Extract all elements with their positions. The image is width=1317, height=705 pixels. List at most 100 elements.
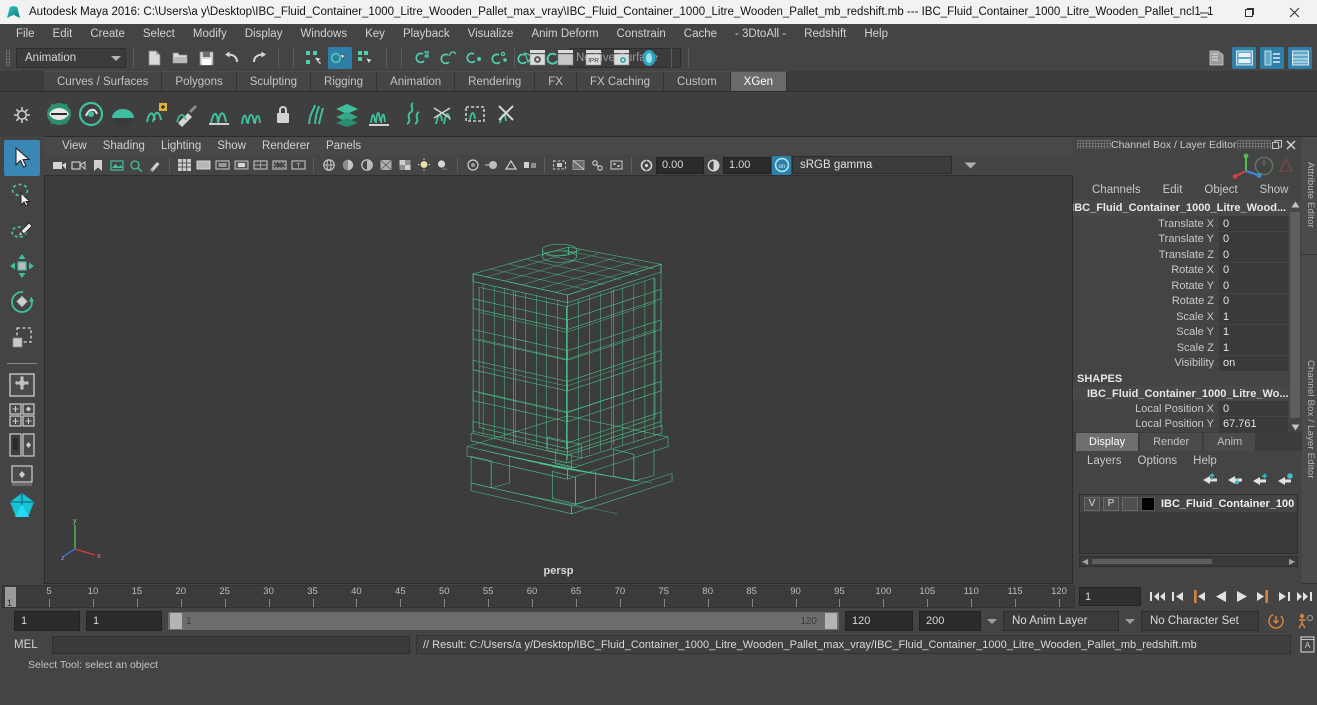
scale-tool[interactable]: [4, 320, 40, 356]
xgen-create-description-icon[interactable]: [44, 98, 74, 130]
menu-display[interactable]: Display: [236, 24, 292, 45]
wireframe-shading-icon[interactable]: [320, 157, 337, 174]
menu-3dtoall[interactable]: - 3DtoAll -: [726, 24, 795, 45]
attr-value[interactable]: 0: [1219, 247, 1289, 263]
bookmark-icon[interactable]: [89, 157, 106, 174]
xgen-lock-icon[interactable]: [268, 98, 298, 130]
viewport-menu-view[interactable]: View: [54, 140, 95, 152]
tab-display-layers[interactable]: Display: [1076, 433, 1139, 451]
single-perspective-layout[interactable]: [5, 370, 39, 400]
show-hide-sidebar-icon[interactable]: [1204, 47, 1228, 69]
move-layer-down-icon[interactable]: [1227, 472, 1244, 490]
select-by-object-icon[interactable]: [328, 47, 352, 69]
xgen-sphere-icon[interactable]: [108, 98, 138, 130]
character-set-selector[interactable]: No Character Set: [1141, 611, 1259, 631]
attr-row-scale-y[interactable]: Scale Y 1: [1073, 324, 1302, 341]
shelf-tab-xgen[interactable]: XGen: [730, 71, 788, 91]
layer-menu-options[interactable]: Options: [1130, 455, 1186, 467]
depth-of-field-icon[interactable]: [521, 157, 538, 174]
viewport-menu-renderer[interactable]: Renderer: [254, 140, 318, 152]
hypershade-persp-layout[interactable]: [5, 490, 39, 520]
select-by-component-icon[interactable]: [354, 47, 378, 69]
save-scene-icon[interactable]: [194, 47, 218, 69]
viewport-menu-lighting[interactable]: Lighting: [153, 140, 209, 152]
menu-edit[interactable]: Edit: [44, 24, 82, 45]
new-layer-from-selected-icon[interactable]: [1277, 472, 1294, 490]
viewport-menu-show[interactable]: Show: [209, 140, 254, 152]
attr-value[interactable]: 0: [1219, 262, 1289, 278]
current-time-indicator[interactable]: 1: [5, 587, 16, 607]
menu-key[interactable]: Key: [356, 24, 394, 45]
attr-row-scale-z[interactable]: Scale Z 1: [1073, 340, 1302, 356]
close-button[interactable]: [1272, 0, 1317, 24]
display-layer-list[interactable]: V P IBC_Fluid_Container_100: [1079, 494, 1299, 554]
xgen-brush-icon[interactable]: [172, 98, 202, 130]
gate-mask-icon[interactable]: [233, 157, 250, 174]
render-sequence-icon[interactable]: [553, 47, 577, 69]
animation-end-time-field[interactable]: 200: [919, 611, 981, 631]
ipr-render-icon[interactable]: IPR: [581, 47, 605, 69]
shelf-tab-fx[interactable]: FX: [535, 71, 577, 91]
xgen-coil-icon[interactable]: [396, 98, 426, 130]
menu-visualize[interactable]: Visualize: [459, 24, 523, 45]
shelf-tab-animation[interactable]: Animation: [377, 71, 456, 91]
attr-value[interactable]: 0: [1219, 278, 1289, 294]
two-d-pan-zoom-icon[interactable]: [127, 157, 144, 174]
step-back-keyframe-icon[interactable]: [1168, 586, 1189, 607]
attr-row-translate-y[interactable]: Translate Y 0: [1073, 231, 1302, 248]
tab-channel-box-layer-editor[interactable]: Channel Box / Layer Editor: [1302, 255, 1317, 584]
grease-pencil-icon[interactable]: [146, 157, 163, 174]
attr-value[interactable]: 1: [1219, 309, 1289, 325]
grid-toggle-icon[interactable]: [176, 157, 193, 174]
menu-constrain[interactable]: Constrain: [608, 24, 675, 45]
channelbox-menu-object[interactable]: Object: [1193, 184, 1248, 196]
smooth-shade-all-icon[interactable]: [339, 157, 356, 174]
step-back-frame-icon[interactable]: [1189, 586, 1210, 607]
move-tool[interactable]: [4, 248, 40, 284]
attr-value[interactable]: on: [1219, 355, 1289, 371]
snap-to-curve-icon[interactable]: [436, 47, 460, 69]
attr-row-local-position-y[interactable]: Local Position Y 67.761: [1073, 416, 1302, 433]
scroll-right-arrow-icon[interactable]: ▶: [1289, 557, 1295, 566]
play-forwards-icon[interactable]: [1231, 586, 1252, 607]
four-view-layout[interactable]: [5, 400, 39, 430]
gamma-field[interactable]: 1.00: [723, 156, 771, 174]
menu-modify[interactable]: Modify: [184, 24, 236, 45]
animation-preferences-icon[interactable]: [1293, 612, 1317, 630]
channel-box-toggle-icon[interactable]: [1288, 47, 1312, 69]
shelf-tab-rendering[interactable]: Rendering: [455, 71, 536, 91]
range-start-handle[interactable]: [170, 613, 182, 629]
layer-shading-toggle[interactable]: [1122, 496, 1138, 511]
layer-menu-layers[interactable]: Layers: [1079, 455, 1130, 467]
motion-blur-icon[interactable]: [483, 157, 500, 174]
texture-display-icon[interactable]: [396, 157, 413, 174]
panel-drag-handle-right[interactable]: [1236, 140, 1271, 149]
exposure-field[interactable]: 0.00: [656, 156, 704, 174]
shelf-tab-fx-caching[interactable]: FX Caching: [576, 71, 665, 91]
anim-layer-selector[interactable]: No Anim Layer: [1003, 611, 1119, 631]
statusline-grip[interactable]: [4, 47, 13, 69]
attr-row-rotate-z[interactable]: Rotate Z 0: [1073, 293, 1302, 310]
viewport-menu-panels[interactable]: Panels: [318, 140, 369, 152]
color-management-toggle-icon[interactable]: on: [772, 155, 791, 175]
menu-playback[interactable]: Playback: [394, 24, 459, 45]
hypershade-icon[interactable]: [637, 47, 661, 69]
rotate-tool[interactable]: [4, 284, 40, 320]
safe-action-icon[interactable]: [271, 157, 288, 174]
field-chart-icon[interactable]: [252, 157, 269, 174]
snap-to-grid-icon[interactable]: [410, 47, 434, 69]
new-layer-icon[interactable]: [1252, 472, 1269, 490]
gamma-icon[interactable]: [705, 157, 722, 174]
attr-row-scale-x[interactable]: Scale X 1: [1073, 309, 1302, 325]
channelbox-menu-channels[interactable]: Channels: [1081, 184, 1152, 196]
attr-value[interactable]: 0: [1219, 231, 1289, 247]
channelbox-menu-edit[interactable]: Edit: [1152, 184, 1194, 196]
step-forward-keyframe-icon[interactable]: [1273, 586, 1294, 607]
channelbox-menu-show[interactable]: Show: [1249, 184, 1300, 196]
isolate-select-icon[interactable]: [551, 157, 568, 174]
attr-value[interactable]: 0: [1219, 293, 1289, 309]
move-layer-up-icon[interactable]: [1202, 472, 1219, 490]
layer-list-horizontal-scrollbar[interactable]: ◀ ▶: [1079, 556, 1299, 567]
shadows-icon[interactable]: [434, 157, 451, 174]
menu-create[interactable]: Create: [81, 24, 134, 45]
